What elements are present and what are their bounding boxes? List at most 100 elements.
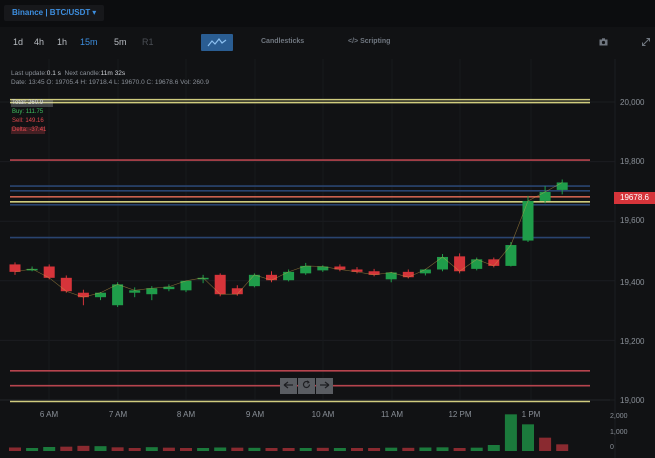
- current-price-badge: 19678.6: [614, 192, 655, 204]
- timeframe-15m[interactable]: 15m: [80, 37, 98, 47]
- candle-body: [522, 200, 534, 241]
- time-label: 1 PM: [521, 410, 541, 419]
- volume-bar: [436, 447, 449, 451]
- volume-bar: [60, 446, 73, 451]
- candle-body: [60, 277, 72, 292]
- volume-stats: Total: 260.9 Buy: 111.75 Sell: 149.16 De…: [11, 99, 53, 135]
- volume-bar: [9, 447, 21, 451]
- stat-total: Total: 260.9: [11, 99, 53, 108]
- volume-bar: [180, 448, 192, 451]
- chart-app: Binance | BTC/USDT ▾ 1d 4h 1h 15m 5m R1 C…: [0, 0, 655, 458]
- candle-body: [129, 290, 141, 293]
- stat-sell: Sell: 149.16: [12, 118, 44, 124]
- timeframe-4h[interactable]: 4h: [34, 37, 44, 47]
- indicator-wave-icon: [207, 38, 227, 47]
- price-chart[interactable]: [0, 59, 655, 458]
- volume-bar: [197, 448, 210, 451]
- time-label: 7 AM: [108, 410, 128, 419]
- volume-label: 1,000: [610, 429, 628, 436]
- reset-icon[interactable]: [298, 378, 315, 394]
- time-label: 9 AM: [245, 410, 265, 419]
- volume-bar: [111, 447, 124, 451]
- volume-bar: [402, 447, 415, 451]
- volume-bar: [162, 447, 175, 451]
- candle-body: [556, 182, 568, 190]
- expand-icon[interactable]: [642, 38, 650, 48]
- timeframe-1d[interactable]: 1d: [13, 37, 23, 47]
- time-label: 11 AM: [380, 410, 404, 419]
- timeframe-r1[interactable]: R1: [142, 37, 154, 47]
- candle-body: [9, 264, 21, 272]
- volume-bar: [231, 447, 244, 451]
- price-label-19200: 19,200: [620, 337, 645, 346]
- volume-bar: [419, 447, 432, 451]
- candle-body: [266, 274, 277, 281]
- title-bar: Binance | BTC/USDT ▾: [0, 0, 655, 27]
- indicators-button[interactable]: [201, 34, 233, 51]
- scroll-left-icon[interactable]: [280, 378, 297, 394]
- candle-body: [454, 256, 466, 272]
- time-label: 6 AM: [39, 410, 59, 419]
- volume-bar: [43, 447, 56, 451]
- volume-label: 2,000: [610, 413, 628, 420]
- timeframe-5m[interactable]: 5m: [114, 37, 127, 47]
- volume-label: 0: [610, 444, 614, 451]
- stat-buy: Buy: 111.75: [12, 109, 44, 115]
- info-panel: Last update:0.1 s Next candle:11m 32s Da…: [11, 69, 209, 87]
- volume-bar: [282, 448, 295, 451]
- volume-bar: [333, 448, 346, 451]
- volume-bar: [128, 448, 141, 451]
- update-line: Last update:0.1 s Next candle:11m 32s: [11, 70, 126, 77]
- price-label-19000: 19,000: [620, 396, 645, 405]
- volume-bar: [453, 448, 466, 451]
- toolbar: 1d 4h 1h 15m 5m R1 Candlesticks </> Scri…: [0, 27, 655, 59]
- candle-body: [283, 271, 295, 281]
- time-label: 12 PM: [448, 410, 472, 419]
- volume-bar: [26, 448, 39, 451]
- ohlc-line: Date: 13:45 O: 19705.4 H: 19718.4 L: 196…: [11, 79, 210, 86]
- volume-bar: [94, 446, 107, 451]
- chevron-down-icon: ▾: [92, 8, 97, 17]
- volume-bar: [470, 447, 483, 451]
- candle-body: [214, 274, 226, 295]
- time-label: 10 AM: [311, 410, 335, 419]
- candle-body: [146, 288, 158, 295]
- camera-icon[interactable]: [599, 38, 608, 48]
- price-label-20000: 20,000: [620, 98, 645, 107]
- volume-bar: [385, 447, 398, 451]
- volume-bar: [487, 445, 500, 451]
- stat-delta: Delta: -37.41: [11, 127, 47, 134]
- scripting-button[interactable]: </> Scripting: [348, 38, 390, 45]
- volume-bar: [316, 447, 329, 451]
- candle-body: [539, 191, 551, 201]
- price-label-19400: 19,400: [620, 278, 645, 287]
- candle-body: [231, 288, 243, 295]
- timeframe-1h[interactable]: 1h: [57, 37, 67, 47]
- volume-bar: [368, 448, 381, 451]
- volume-bar: [248, 447, 261, 451]
- candle-body: [95, 292, 106, 298]
- symbol-label: Binance | BTC/USDT: [12, 8, 91, 17]
- volume-bar: [522, 424, 534, 451]
- volume-bar: [351, 448, 363, 451]
- volume-bar: [265, 448, 278, 451]
- volume-bar: [145, 447, 158, 451]
- price-label-19600: 19,600: [620, 216, 645, 225]
- symbol-selector[interactable]: Binance | BTC/USDT ▾: [4, 5, 105, 21]
- candle-body: [248, 274, 260, 287]
- chart-nav-controls: [280, 378, 333, 394]
- volume-bar: [214, 447, 227, 451]
- candle-body: [505, 245, 517, 266]
- candlesticks-button[interactable]: Candlesticks: [261, 38, 304, 45]
- candle-body: [112, 284, 124, 306]
- time-label: 8 AM: [176, 410, 196, 419]
- volume-bar: [556, 444, 569, 451]
- price-label-19800: 19,800: [620, 157, 645, 166]
- volume-bar: [504, 414, 517, 451]
- candle-body: [437, 256, 448, 270]
- volume-bar: [299, 448, 312, 451]
- candle-body: [77, 292, 89, 298]
- volume-bar: [539, 437, 552, 451]
- candle-body: [488, 259, 500, 266]
- scroll-right-icon[interactable]: [316, 378, 333, 394]
